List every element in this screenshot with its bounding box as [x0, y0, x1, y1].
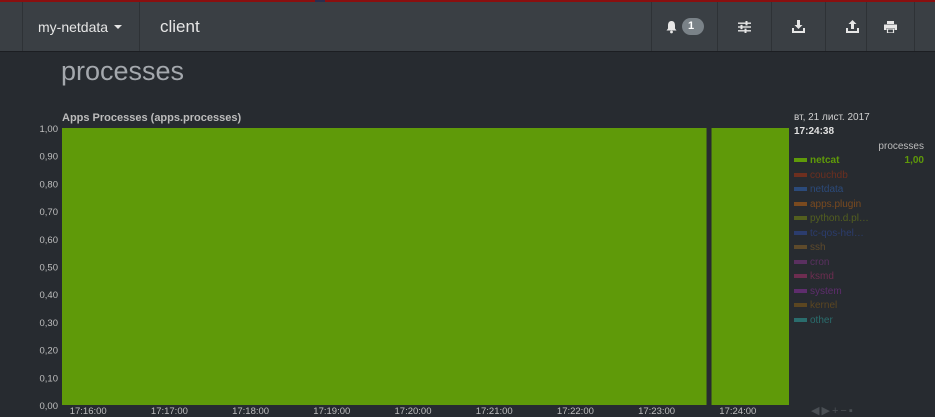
legend-label: netdata	[810, 184, 844, 195]
legend-item-netdata[interactable]: netdata	[794, 183, 924, 198]
x-tick-label: 17:21:00	[476, 406, 513, 415]
legend-swatch	[794, 259, 807, 264]
y-tick-label: 0,70	[40, 207, 59, 218]
y-tick-label: 0,30	[40, 318, 59, 329]
legend-date: вт, 21 лист. 2017	[794, 112, 870, 123]
x-tick-label: 17:17:00	[151, 406, 188, 415]
legend-item-couchdb[interactable]: couchdb	[794, 169, 924, 184]
chart-legend: netcat 1,00 couchdb netdata apps.plugin pytho…	[794, 154, 924, 328]
legend-swatch	[794, 216, 807, 221]
legend-swatch	[794, 230, 807, 235]
legend-swatch	[794, 187, 807, 192]
legend-swatch	[794, 303, 807, 308]
rewind-icon[interactable]: ◀	[811, 405, 821, 417]
legend-item-python-d-pl[interactable]: python.d.pl…	[794, 212, 924, 227]
y-tick-label: 0,90	[40, 152, 59, 163]
chart-toolbar: ◀▶+−▪	[811, 404, 855, 417]
legend-units: processes	[878, 141, 924, 152]
legend-label: couchdb	[810, 169, 848, 181]
legend-item-ksmd[interactable]: ksmd	[794, 270, 924, 285]
legend-swatch	[794, 317, 807, 322]
legend-label: kernel	[810, 300, 838, 311]
legend-value: 1,00	[904, 155, 924, 166]
legend-swatch	[794, 274, 807, 279]
legend-label: apps.plugin	[810, 198, 862, 210]
legend-item-apps-plugin[interactable]: apps.plugin	[794, 198, 924, 213]
legend-swatch	[794, 158, 807, 163]
legend-label: netcat	[810, 155, 840, 166]
legend-label: other	[810, 314, 833, 326]
y-tick-label: 1,00	[40, 124, 59, 135]
legend-swatch	[794, 245, 807, 250]
zoom-out-icon[interactable]: −	[840, 405, 848, 417]
legend-item-kernel[interactable]: kernel	[794, 299, 924, 314]
x-tick-label: 17:22:00	[557, 406, 594, 415]
legend-label: ksmd	[810, 271, 834, 282]
area-netcat	[62, 128, 707, 405]
legend-item-system[interactable]: system	[794, 285, 924, 300]
x-tick-label: 17:20:00	[395, 406, 432, 415]
y-tick-label: 0,00	[40, 401, 59, 412]
x-tick-label: 17:24:00	[719, 406, 756, 415]
y-tick-label: 0,10	[40, 373, 59, 384]
legend-label: tc-qos-hel…	[810, 227, 864, 239]
legend-item-tc-qos-hel[interactable]: tc-qos-hel…	[794, 227, 924, 242]
y-tick-label: 0,20	[40, 346, 59, 357]
x-tick-label: 17:16:00	[70, 406, 107, 415]
legend-swatch	[794, 288, 807, 293]
y-tick-label: 0,80	[40, 179, 59, 190]
legend-label: ssh	[810, 242, 826, 253]
forward-icon[interactable]: ▶	[821, 405, 831, 417]
reset-icon[interactable]: ▪	[849, 405, 855, 417]
legend-label: cron	[810, 256, 830, 268]
legend-label: python.d.pl…	[810, 213, 869, 224]
legend-item-ssh[interactable]: ssh	[794, 241, 924, 256]
legend-swatch	[794, 201, 807, 206]
x-tick-label: 17:18:00	[232, 406, 269, 415]
x-tick-label: 17:19:00	[313, 406, 350, 415]
y-tick-label: 0,60	[40, 235, 59, 246]
area-netcat	[711, 128, 789, 405]
y-tick-label: 0,50	[40, 263, 59, 274]
legend-time: 17:24:38	[794, 126, 835, 137]
y-tick-label: 0,40	[40, 290, 59, 301]
legend-item-other[interactable]: other	[794, 314, 924, 329]
legend-item-cron[interactable]: cron	[794, 256, 924, 271]
legend-swatch	[794, 172, 807, 177]
x-tick-label: 17:23:00	[638, 406, 675, 415]
legend-label: system	[810, 285, 842, 297]
legend-item-netcat[interactable]: netcat 1,00	[794, 154, 924, 169]
